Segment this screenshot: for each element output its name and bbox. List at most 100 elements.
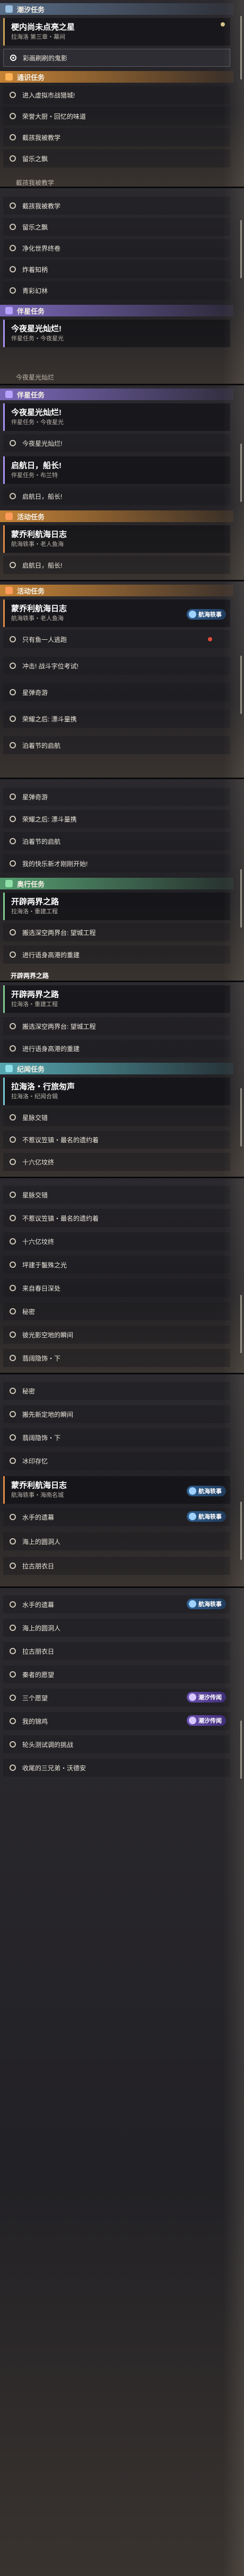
objective-row[interactable]: 收尾的三兄弟・沃德安 bbox=[3, 1759, 230, 1777]
objective-row[interactable]: 翡阔隐饰・下 bbox=[3, 1349, 230, 1367]
objective-row[interactable]: 海上的圆洞人 bbox=[3, 1619, 230, 1637]
objective-row[interactable]: 进行语身高港的重建 bbox=[3, 1039, 230, 1057]
compass-icon bbox=[189, 1513, 196, 1520]
objective-row[interactable]: 留乐之飘 bbox=[3, 149, 230, 167]
objective-row[interactable]: 不惹议笠镇・最名的遗约着 bbox=[3, 1131, 230, 1149]
radio-icon bbox=[10, 816, 16, 822]
quest-card[interactable]: 蒙乔利航海日志 航海轶事・老人鱼海 航海轶事 bbox=[3, 599, 230, 627]
scrollbar[interactable] bbox=[240, 869, 242, 928]
objective-row[interactable]: 不惹议笠镇・最名的遗约着 bbox=[3, 1209, 230, 1227]
quest-card[interactable]: 启航日，船长! 伴星任务・布兰特 bbox=[3, 456, 230, 484]
objective-row[interactable]: 青彩幻林 bbox=[3, 281, 230, 299]
objective-row[interactable]: 海上的圆洞人 bbox=[3, 1532, 230, 1550]
radio-icon bbox=[10, 1114, 16, 1121]
quest-card[interactable]: 蒙乔利航海日志 航海轶事・老人鱼海 bbox=[3, 525, 230, 553]
objective-label: 我的锦鸡 bbox=[22, 1717, 48, 1725]
objective-row[interactable]: 拉古朋衣日 bbox=[3, 1642, 230, 1660]
objective-row[interactable]: 截孩我被教学 bbox=[3, 128, 230, 146]
objective-row-active[interactable]: 彩画刷刷的鬼影 bbox=[3, 49, 230, 67]
objective-row[interactable]: 截孩我被教学 bbox=[3, 197, 230, 215]
scrollbar[interactable] bbox=[240, 16, 242, 80]
scrollbar[interactable] bbox=[240, 1721, 242, 1779]
objective-label: 秘密 bbox=[22, 1308, 36, 1316]
objective-row[interactable]: 我的快乐新才刚刚开始! bbox=[3, 854, 230, 872]
objective-row[interactable]: 启航日，船长! bbox=[3, 487, 230, 505]
objective-label: 搬选深空两界台: 望城工程 bbox=[22, 1022, 96, 1030]
objective-label: 水手的遗幕 bbox=[22, 1601, 55, 1609]
quest-card[interactable]: 蒙乔利航海日志 航海轶事・海南名城 航海轶事 bbox=[3, 1476, 230, 1504]
objective-row[interactable]: 泊着节的启航 bbox=[3, 736, 230, 754]
objective-row[interactable]: 搬选深空两界台: 望城工程 bbox=[3, 1017, 230, 1035]
objective-row[interactable]: 十六亿坟终 bbox=[3, 1153, 230, 1171]
objective-row[interactable]: 翡阔隐饰・下 bbox=[3, 1428, 230, 1446]
section-header-trail: 奥行任务 bbox=[0, 878, 233, 889]
quest-card[interactable]: 今夜星光灿烂! 伴星任务・今夜星光 bbox=[3, 320, 230, 347]
quest-card[interactable]: 今夜星光灿烂! 伴星任务・今夜星光 bbox=[3, 403, 230, 431]
scrollbar[interactable] bbox=[240, 1295, 242, 1353]
objective-row[interactable]: 留乐之飘 bbox=[3, 218, 230, 236]
objective-row[interactable]: 轮头测试调的挑战 bbox=[3, 1735, 230, 1753]
objective-row[interactable]: 我的锦鸡 潮汐传闻 bbox=[3, 1712, 230, 1730]
objective-row[interactable]: 进入虚拟市战猎城! bbox=[3, 86, 230, 104]
objective-row[interactable]: 今夜星光灿烂! bbox=[3, 434, 230, 452]
objective-row[interactable]: 荣耀之后: 漂斗量携 bbox=[3, 710, 230, 728]
panel-9: 水手的遗幕 航海轶事 海上的圆洞人 拉古朋衣日 秦者的愿望 三个愿望 潮汐传闻 … bbox=[0, 1588, 244, 2576]
compass-icon bbox=[189, 611, 196, 618]
objective-row[interactable]: 进行语身高港的重建 bbox=[3, 946, 230, 964]
objective-row[interactable]: 星脉交错 bbox=[3, 1108, 230, 1126]
radio-icon bbox=[10, 1159, 16, 1165]
quest-title: 今夜星光灿烂! bbox=[11, 324, 62, 333]
radio-icon bbox=[10, 1238, 16, 1245]
scrollbar[interactable] bbox=[240, 220, 242, 278]
objective-row[interactable]: 星弹奇游 bbox=[3, 788, 230, 806]
radio-icon bbox=[10, 287, 16, 294]
quest-card[interactable]: 拉海洛・行旅匆声 拉海洛・纪闻合辑 bbox=[3, 1078, 230, 1105]
radio-icon bbox=[10, 1625, 16, 1631]
objective-row[interactable]: 净化世界终卷 bbox=[3, 239, 230, 257]
objective-label: 冰印存忆 bbox=[22, 1457, 48, 1465]
objective-row[interactable]: 三个愿望 潮汐传闻 bbox=[3, 1689, 230, 1707]
quest-subtitle: 拉海洛・重建工程 bbox=[11, 908, 58, 915]
objective-label: 海上的圆洞人 bbox=[22, 1538, 61, 1546]
radio-icon bbox=[10, 716, 16, 722]
radio-icon bbox=[10, 1331, 16, 1338]
quest-title: 拉海洛・行旅匆声 bbox=[11, 1082, 75, 1091]
objective-row[interactable]: 水手的遗幕 航海轶事 bbox=[3, 1595, 230, 1613]
objective-row[interactable]: 水手的遗幕 航海轶事 bbox=[3, 1508, 230, 1526]
objective-row[interactable]: 荣耀之后: 漂斗量携 bbox=[3, 810, 230, 828]
objective-row[interactable]: 搬选深空两界台: 望城工程 bbox=[3, 923, 230, 941]
objective-row[interactable]: 拉古朋衣日 bbox=[3, 1557, 230, 1575]
pin-icon bbox=[221, 22, 225, 27]
panel-2: 截孩我被教学 留乐之飘 净化世界终卷 炸着知柄 青彩幻林 伴星任务 今夜星光灿烂… bbox=[0, 188, 244, 384]
objective-row[interactable]: 星弹奇游 bbox=[3, 683, 230, 701]
objective-row[interactable]: 冲击! 战斗字位考试! bbox=[3, 657, 230, 675]
objective-row[interactable]: 秘密 bbox=[3, 1302, 230, 1320]
objective-row[interactable]: 泊着节的启航 bbox=[3, 832, 230, 850]
radio-icon bbox=[10, 929, 16, 936]
objective-row[interactable]: 彼光影空地的瞬间 bbox=[3, 1326, 230, 1344]
objective-label: 彼光影空地的瞬间 bbox=[22, 1331, 74, 1339]
quest-card[interactable]: 开辟两界之路 拉海洛・重建工程 bbox=[3, 985, 230, 1013]
section-header-label: 活动任务 bbox=[17, 513, 45, 521]
objective-row[interactable]: 十六亿坟终 bbox=[3, 1232, 230, 1250]
objective-label: 秦者的愿望 bbox=[22, 1671, 55, 1679]
scrollbar[interactable] bbox=[240, 1502, 242, 1560]
objective-row[interactable]: 坪建于鬣殊之光 bbox=[3, 1256, 230, 1274]
objective-row[interactable]: 只有鱼一人逃跑 bbox=[3, 630, 230, 648]
objective-row[interactable]: 秦者的愿望 bbox=[3, 1665, 230, 1683]
objective-row[interactable]: 冰印存忆 bbox=[3, 1452, 230, 1470]
objective-label: 翡阔隐饰・下 bbox=[22, 1354, 61, 1362]
objective-row[interactable]: 炸着知柄 bbox=[3, 260, 230, 278]
objective-row[interactable]: 来自春日深处 bbox=[3, 1279, 230, 1297]
quest-card[interactable]: 梗内尚未点亮之星 拉海洛 第三章・幕间 bbox=[3, 18, 230, 46]
objective-row[interactable]: 搬先新定地的瞬间 bbox=[3, 1405, 230, 1423]
quest-card[interactable]: 开辟两界之路 拉海洛・重建工程 bbox=[3, 893, 230, 920]
objective-row[interactable]: 荣誉大厨・回忆的味道 bbox=[3, 107, 230, 125]
scrollbar[interactable] bbox=[240, 656, 242, 714]
scrollbar[interactable] bbox=[240, 1088, 242, 1146]
objective-row[interactable]: 星脉交错 bbox=[3, 1186, 230, 1204]
objective-row[interactable]: 秘密 bbox=[3, 1382, 230, 1400]
scrollbar[interactable] bbox=[240, 444, 242, 502]
objective-label: 十六亿坟终 bbox=[22, 1238, 55, 1246]
objective-row[interactable]: 启航日，船长! bbox=[3, 556, 230, 574]
